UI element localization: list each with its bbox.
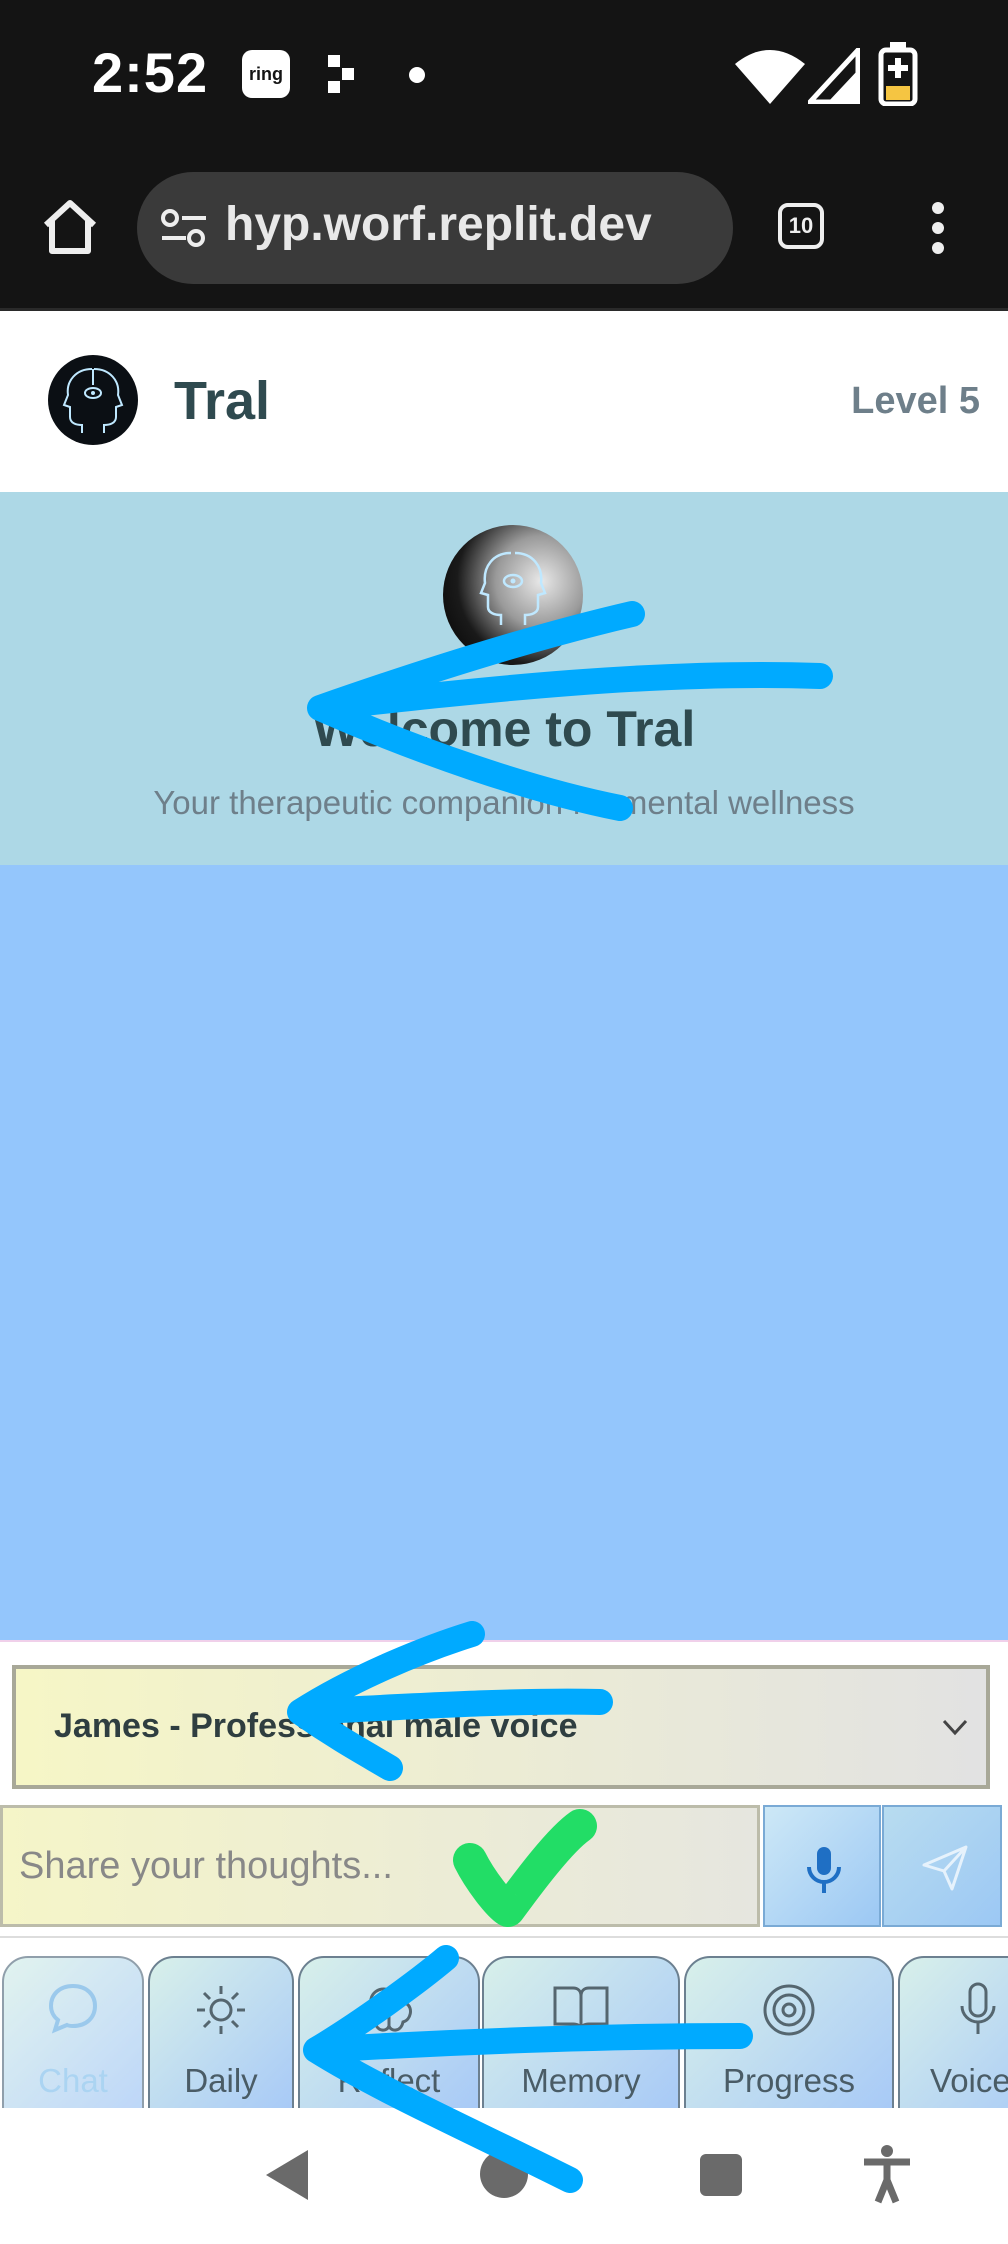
- nav-voice-label: Voice: [930, 2062, 1008, 2099]
- dual-head-logo-icon: [62, 368, 124, 433]
- nav-reflect[interactable]: Reflect: [298, 1956, 480, 2110]
- voice-select-value: James - Professional male voice: [54, 1707, 578, 1745]
- send-icon: [922, 1845, 968, 1891]
- mic-icon: [960, 1982, 996, 2034]
- send-button[interactable]: [882, 1805, 1002, 1927]
- message-input[interactable]: Share your thoughts...: [0, 1805, 760, 1927]
- chevron-down-icon: [942, 1719, 968, 1736]
- cell-signal-icon: [808, 48, 860, 104]
- dual-head-logo-icon: [479, 551, 547, 625]
- accessibility-icon[interactable]: [862, 2144, 912, 2204]
- recents-icon[interactable]: [698, 2152, 744, 2198]
- welcome-logo: [443, 525, 583, 665]
- nav-memory[interactable]: Memory: [482, 1956, 680, 2110]
- chat-messages-area[interactable]: [0, 865, 1008, 1642]
- book-icon: [553, 1986, 609, 2031]
- system-nav-bar: [0, 2108, 1008, 2244]
- url-text[interactable]: hyp.worf.replit.dev: [225, 197, 720, 252]
- app-logo[interactable]: [48, 355, 138, 445]
- battery-icon: [878, 42, 918, 106]
- nav-progress[interactable]: Progress: [684, 1956, 894, 2110]
- app-title: Tral: [174, 371, 271, 431]
- back-icon[interactable]: [262, 2148, 312, 2202]
- welcome-title: Welcome to Tral: [312, 701, 696, 757]
- nav-daily[interactable]: Daily: [148, 1956, 294, 2110]
- wifi-icon: [735, 50, 805, 104]
- home-circle-icon[interactable]: [478, 2148, 530, 2200]
- level-badge: Level 5: [851, 380, 980, 422]
- more-options-icon[interactable]: [928, 200, 948, 256]
- nav-memory-label: Memory: [521, 2062, 641, 2099]
- nav-voice[interactable]: Voice: [898, 1956, 1008, 2110]
- bottom-nav: Chat Daily Reflect Memory Progress Voice: [0, 1936, 1008, 2110]
- mic-button[interactable]: [763, 1805, 881, 1927]
- nav-progress-label: Progress: [722, 2062, 856, 2099]
- notification-dot-icon: [409, 67, 425, 83]
- home-icon[interactable]: [40, 197, 100, 257]
- target-icon: [763, 1984, 815, 2036]
- brain-icon: [366, 1987, 412, 2032]
- chat-bubble-icon: [48, 1983, 98, 2034]
- nav-chat-label: Chat: [38, 2062, 108, 2099]
- mic-icon: [807, 1847, 841, 1893]
- tab-switcher-button[interactable]: 10: [778, 203, 824, 249]
- app-notification-icon: [328, 55, 354, 93]
- status-time: 2:52: [92, 41, 209, 104]
- composer: Share your thoughts...: [0, 1805, 1008, 1927]
- sun-icon: [197, 1986, 245, 2034]
- voice-select[interactable]: James - Professional male voice: [12, 1665, 990, 1789]
- ring-app-icon: ring: [242, 50, 290, 98]
- status-bar: 2:52 ring: [0, 0, 1008, 150]
- nav-daily-label: Daily: [184, 2062, 258, 2099]
- nav-chat[interactable]: Chat: [2, 1956, 144, 2110]
- site-settings-icon[interactable]: [160, 208, 208, 248]
- nav-reflect-label: Reflect: [337, 2062, 441, 2099]
- welcome-subtitle: Your therapeutic companion for mental we…: [153, 784, 855, 821]
